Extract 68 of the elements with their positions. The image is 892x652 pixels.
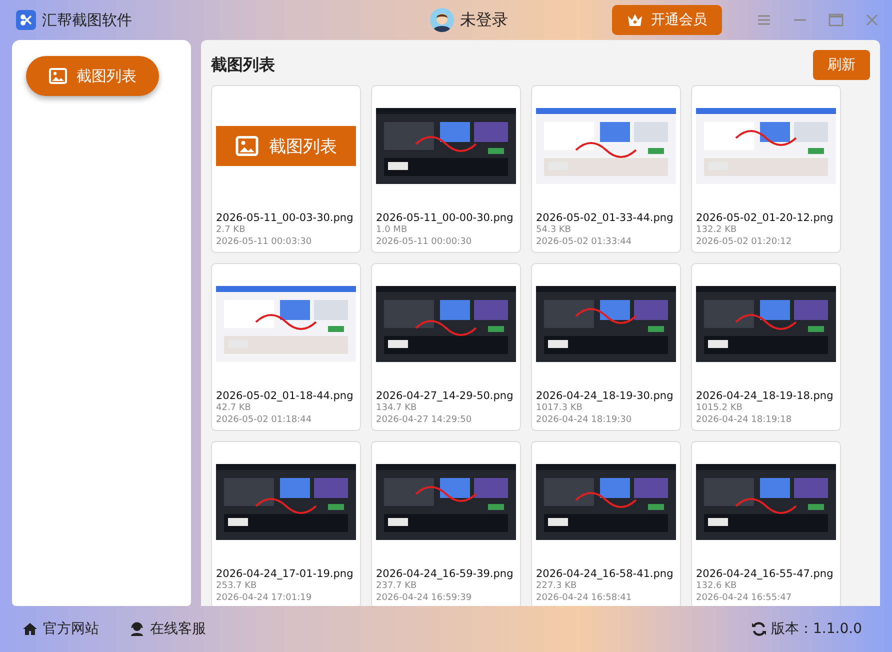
- file-time: 2026-04-24 16:59:39: [376, 592, 473, 604]
- website-link[interactable]: 官方网站: [22, 620, 99, 638]
- file-name: 2026-05-02_01-20-12.png: [696, 212, 834, 224]
- file-size: 134.7 KB: [376, 402, 418, 414]
- screenshot-card[interactable]: 2026-05-02_01-33-44.png 54.3 KB 2026-05-02 01:33:44: [531, 85, 681, 253]
- file-time: 2026-04-24 18:19:18: [696, 414, 793, 426]
- screenshot-card[interactable]: 2026-04-24_18-19-18.png 1015.2 KB 2026-04-24 18:19:18: [691, 263, 841, 431]
- file-size: 1017.3 KB: [536, 402, 584, 414]
- file-name: 2026-05-11_00-03-30.png: [216, 212, 354, 224]
- file-name: 2026-05-02_01-33-44.png: [536, 212, 674, 224]
- home-icon: [22, 621, 38, 637]
- sidebar-item[interactable]: 截图列表: [26, 56, 159, 96]
- file-size: 1.0 MB: [376, 224, 408, 236]
- file-name: 2026-05-02_01-18-44.png: [216, 390, 354, 402]
- file-time: 2026-04-24 16:58:41: [536, 592, 633, 604]
- file-size: 2.7 KB: [216, 224, 246, 236]
- file-time: 2026-05-02 01:18:44: [216, 414, 313, 426]
- file-time: 2026-04-27 14:29:50: [376, 414, 473, 426]
- file-name: 2026-04-24_16-58-41.png: [536, 568, 674, 580]
- screenshot-card[interactable]: 2026-04-24_16-58-41.png 227.3 KB 2026-04-24 16:58:41: [531, 441, 681, 606]
- file-name: 2026-04-24_17-01-19.png: [216, 568, 354, 580]
- file-time: 2026-05-11 00:00:30: [376, 236, 473, 248]
- refresh-icon: [751, 621, 768, 637]
- headset-icon: [129, 621, 145, 637]
- file-name: 2026-04-24_18-19-18.png: [696, 390, 834, 402]
- file-time: 2026-05-02 01:33:44: [536, 236, 633, 248]
- refresh-button[interactable]: 刷新: [813, 50, 870, 80]
- image-icon: [48, 68, 66, 84]
- file-name: 2026-04-24_18-19-30.png: [536, 390, 674, 402]
- support-link[interactable]: 在线客服: [129, 620, 206, 638]
- version-label: 版本：1.1.0.0: [771, 620, 862, 638]
- vip-button[interactable]: 开通会员: [612, 5, 722, 35]
- file-size: 42.7 KB: [216, 402, 252, 414]
- file-time: 2026-04-24 17:01:19: [216, 592, 313, 604]
- file-size: 237.7 KB: [376, 580, 418, 592]
- maximize-icon[interactable]: [828, 12, 844, 28]
- crown-icon: [627, 13, 643, 27]
- file-size: 132.2 KB: [696, 224, 738, 236]
- screenshot-card[interactable]: 截图列表 2026-05-11_00-03-30.png 2.7 KB 2026-05-11 00:03:30: [211, 85, 361, 253]
- image-icon: [235, 136, 259, 156]
- app-logo-icon: [16, 10, 36, 30]
- screenshot-card[interactable]: 2026-04-27_14-29-50.png 134.7 KB 2026-04-27 14:29:50: [371, 263, 521, 431]
- screenshot-card[interactable]: 2026-04-24_18-19-30.png 1017.3 KB 2026-04-24 18:19:30: [531, 263, 681, 431]
- file-name: 2026-04-24_16-55-47.png: [696, 568, 834, 580]
- file-name: 2026-04-24_16-59-39.png: [376, 568, 514, 580]
- screenshot-card[interactable]: 2026-04-24_16-55-47.png 132.6 KB 2026-04-24 16:55:47: [691, 441, 841, 606]
- avatar-icon: [430, 8, 454, 32]
- file-name: 2026-05-11_00-00-30.png: [376, 212, 514, 224]
- screenshot-card[interactable]: 2026-05-02_01-20-12.png 132.2 KB 2026-05-02 01:20:12: [691, 85, 841, 253]
- screenshot-card[interactable]: 2026-04-24_17-01-19.png 253.7 KB 2026-04-24 17:01:19: [211, 441, 361, 606]
- file-time: 2026-04-24 16:55:47: [696, 592, 793, 604]
- banner-text: 截图列表: [269, 136, 337, 158]
- screenshot-card[interactable]: 2026-05-02_01-18-44.png 42.7 KB 2026-05-02 01:18:44: [211, 263, 361, 431]
- file-size: 132.6 KB: [696, 580, 738, 592]
- file-size: 54.3 KB: [536, 224, 572, 236]
- file-size: 227.3 KB: [536, 580, 578, 592]
- window-title: 汇帮截图软件: [42, 10, 132, 30]
- file-time: 2026-05-11 00:03:30: [216, 236, 313, 248]
- screenshot-card[interactable]: 2026-04-24_16-59-39.png 237.7 KB 2026-04-24 16:59:39: [371, 441, 521, 606]
- screenshot-card[interactable]: 2026-05-11_00-00-30.png 1.0 MB 2026-05-11 00:00:30: [371, 85, 521, 253]
- file-size: 1015.2 KB: [696, 402, 744, 414]
- section-title: 截图列表: [211, 54, 275, 76]
- file-size: 253.7 KB: [216, 580, 258, 592]
- user-status[interactable]: 未登录: [460, 10, 508, 30]
- file-name: 2026-04-27_14-29-50.png: [376, 390, 514, 402]
- close-icon[interactable]: [864, 12, 880, 28]
- file-time: 2026-04-24 18:19:30: [536, 414, 633, 426]
- file-time: 2026-05-02 01:20:12: [696, 236, 793, 248]
